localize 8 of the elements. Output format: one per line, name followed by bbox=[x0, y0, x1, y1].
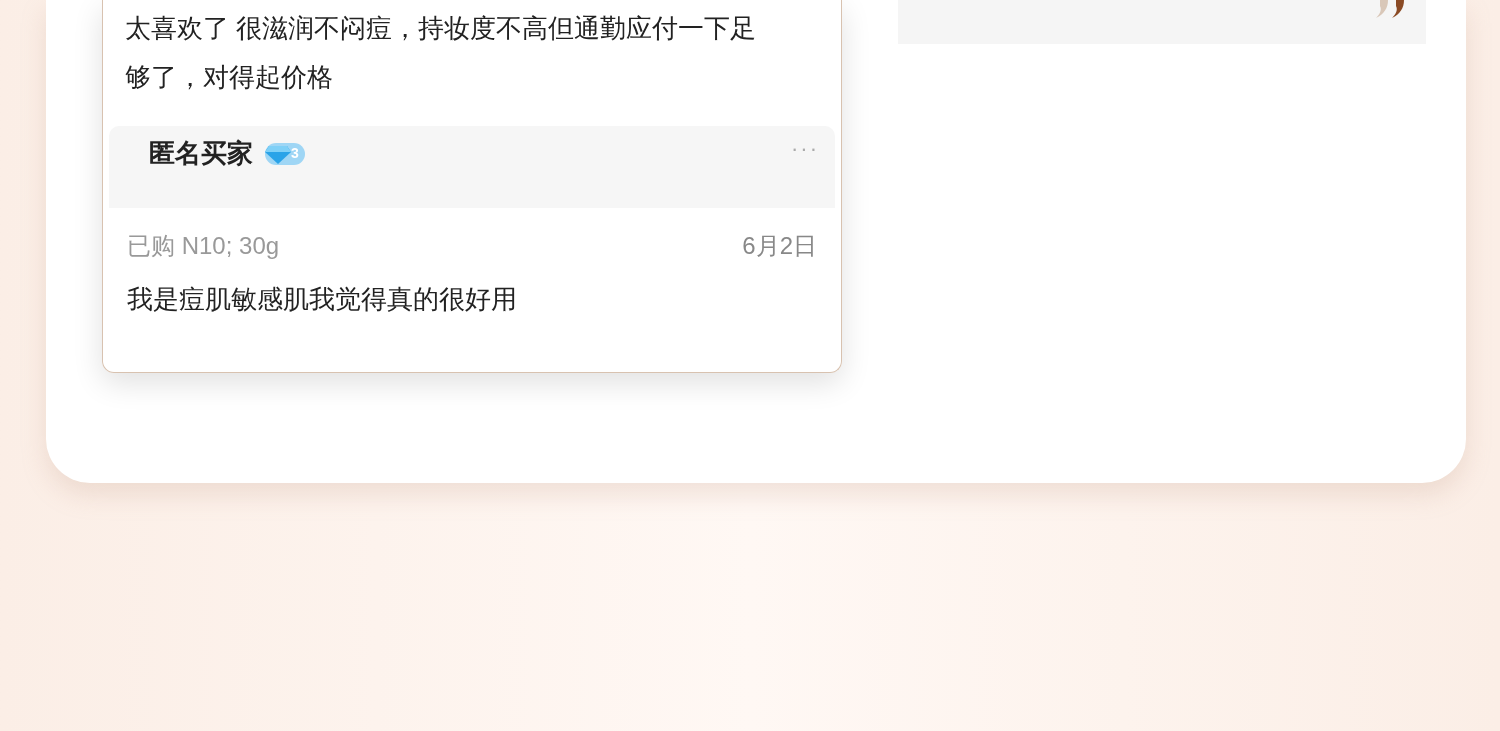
level-badge: 3 bbox=[265, 142, 305, 165]
more-menu[interactable]: ··· bbox=[791, 134, 819, 164]
review-text: 我是痘肌敏感肌我觉得真的很好用 bbox=[126, 283, 518, 316]
purchase-info: 已购 N10; 30g bbox=[127, 231, 280, 261]
review-text: 太喜欢了 很滋润不闷痘，持妆度不高但通勤应付一下足够了，对得起价格 bbox=[124, 12, 758, 94]
diamond-icon bbox=[265, 143, 291, 164]
reviewer-name: 匿名买家 bbox=[149, 137, 253, 170]
review-date: 6月2日 bbox=[742, 231, 817, 261]
